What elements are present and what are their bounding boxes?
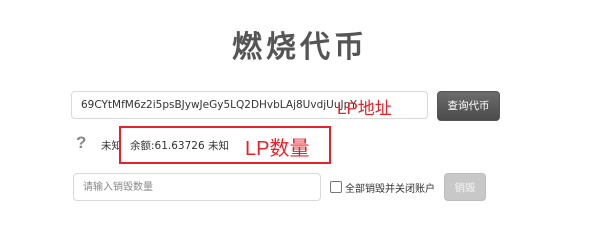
lp-quantity-annotation: LP数量: [245, 138, 310, 160]
burn-button[interactable]: 销毁: [444, 173, 486, 201]
lp-address-annotation: LP地址: [337, 99, 392, 118]
query-token-button[interactable]: 查询代币: [437, 91, 500, 121]
burn-amount-input[interactable]: [73, 173, 321, 201]
help-icon[interactable]: ?: [76, 133, 86, 153]
burn-all-checkbox[interactable]: [330, 181, 342, 193]
page-title: 燃烧代币: [232, 30, 368, 65]
burn-all-checkbox-label[interactable]: 全部销毁并关闭账户: [345, 180, 435, 195]
